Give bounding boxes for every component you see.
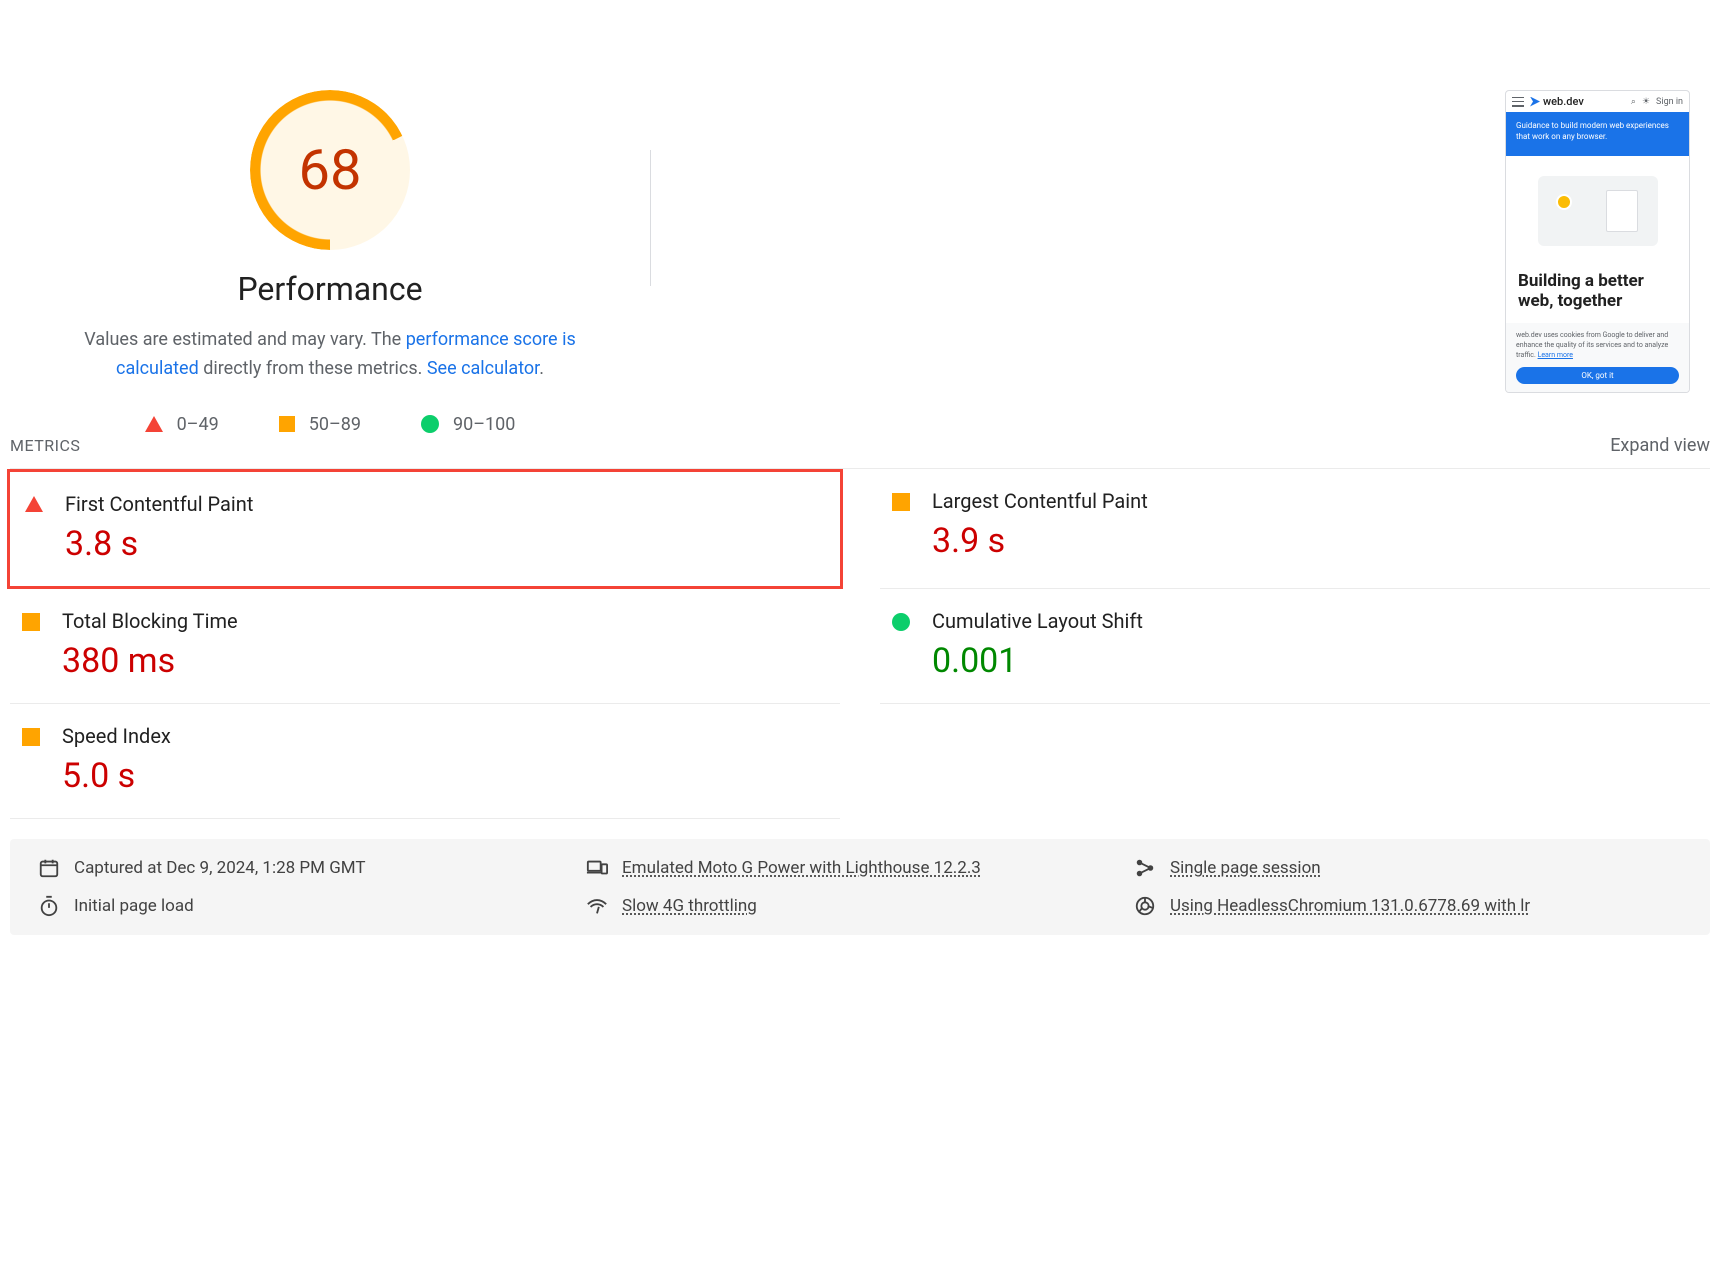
metric-si[interactable]: Speed Index 5.0 s: [10, 704, 840, 819]
score-legend: 0–49 50–89 90–100: [145, 414, 516, 435]
cookie-notice: web.dev uses cookies from Google to deli…: [1516, 331, 1679, 360]
theme-icon: ☀: [1642, 97, 1650, 107]
square-icon: [279, 416, 295, 432]
metric-value: 5.0 s: [62, 756, 171, 796]
footer-device[interactable]: Emulated Moto G Power with Lighthouse 12…: [586, 857, 1134, 879]
search-icon: ⌕: [1631, 97, 1636, 107]
footer-browser[interactable]: Using HeadlessChromium 131.0.6778.69 wit…: [1134, 895, 1682, 917]
legend-fail: 0–49: [145, 414, 219, 435]
score-value: 68: [250, 90, 410, 250]
stopwatch-icon: [38, 895, 60, 917]
thumbnail-headline: Building a better web, together: [1506, 266, 1689, 323]
square-icon: [22, 728, 40, 746]
hero-illustration: [1538, 176, 1658, 246]
score-gauge: 68: [250, 90, 410, 250]
expand-view-toggle[interactable]: Expand view: [1610, 435, 1710, 456]
brand-logo: web.dev: [1530, 95, 1584, 108]
see-calculator-link[interactable]: See calculator: [427, 358, 539, 379]
metric-fcp[interactable]: First Contentful Paint 3.8 s: [7, 469, 843, 589]
square-icon: [22, 613, 40, 631]
signin-label: Sign in: [1656, 97, 1683, 107]
performance-summary: 68 Performance Values are estimated and …: [10, 90, 650, 435]
cookie-ok-button: OK, got it: [1516, 367, 1679, 384]
network-icon: [1134, 857, 1156, 879]
thumbnail-banner: Guidance to build modern web experiences…: [1506, 112, 1689, 156]
metric-cls[interactable]: Cumulative Layout Shift 0.001: [880, 589, 1710, 704]
metric-label: Total Blocking Time: [62, 609, 238, 633]
page-screenshot-thumbnail: web.dev ⌕ ☀ Sign in Guidance to build mo…: [1505, 90, 1690, 393]
triangle-icon: [25, 496, 43, 512]
footer-initial: Initial page load: [38, 895, 586, 917]
metric-label: Largest Contentful Paint: [932, 489, 1148, 513]
square-icon: [892, 493, 910, 511]
performance-title: Performance: [237, 270, 422, 308]
triangle-icon: [145, 416, 163, 432]
footer-captured: Captured at Dec 9, 2024, 1:28 PM GMT: [38, 857, 586, 879]
network-check-icon: [586, 895, 608, 917]
circle-icon: [892, 613, 910, 631]
metric-lcp[interactable]: Largest Contentful Paint 3.9 s: [880, 469, 1710, 589]
performance-description: Values are estimated and may vary. The p…: [50, 326, 610, 384]
metrics-heading: METRICS: [10, 436, 80, 455]
metric-label: Cumulative Layout Shift: [932, 609, 1143, 633]
metric-tbt[interactable]: Total Blocking Time 380 ms: [10, 589, 840, 704]
calendar-icon: [38, 857, 60, 879]
cookie-learn-more: Learn more: [1538, 351, 1573, 359]
chrome-icon: [1134, 895, 1156, 917]
footer-throttling[interactable]: Slow 4G throttling: [586, 895, 1134, 917]
metric-value: 380 ms: [62, 641, 238, 681]
metric-value: 3.8 s: [65, 524, 253, 564]
metric-label: Speed Index: [62, 724, 171, 748]
environment-footer: Captured at Dec 9, 2024, 1:28 PM GMT Emu…: [10, 839, 1710, 935]
footer-session[interactable]: Single page session: [1134, 857, 1682, 879]
vertical-divider: [650, 150, 651, 286]
circle-icon: [421, 415, 439, 433]
legend-pass: 90–100: [421, 414, 515, 435]
hamburger-icon: [1512, 97, 1524, 107]
devices-icon: [586, 857, 608, 879]
metric-value: 3.9 s: [932, 521, 1148, 561]
metrics-grid: First Contentful Paint 3.8 s Largest Con…: [10, 468, 1710, 819]
legend-average: 50–89: [279, 414, 361, 435]
metric-label: First Contentful Paint: [65, 492, 253, 516]
metric-value: 0.001: [932, 641, 1143, 681]
